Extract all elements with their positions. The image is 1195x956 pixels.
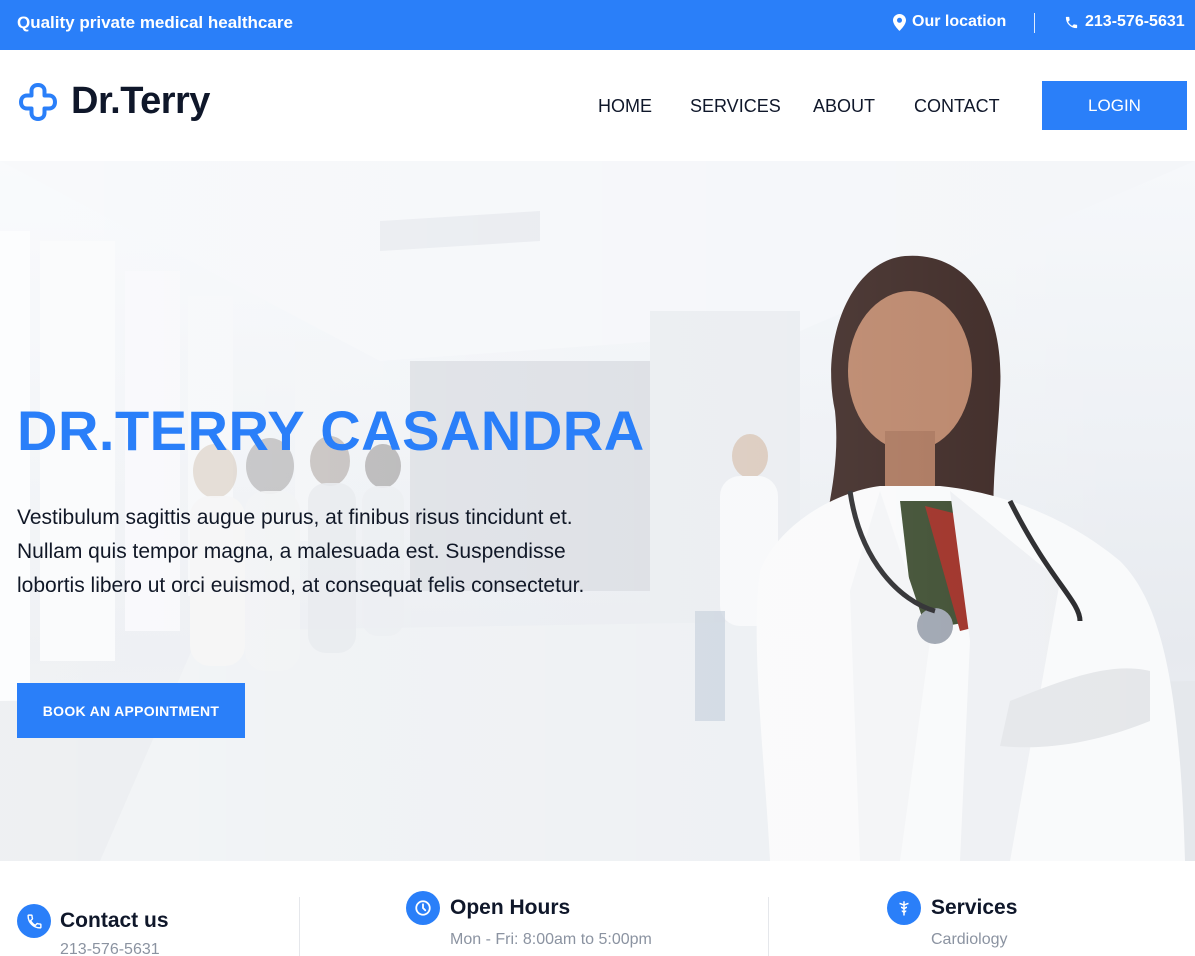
brand-name: Dr.Terry	[71, 80, 210, 122]
main-navbar: Dr.Terry HOME SERVICES ABOUT CONTACT LOG…	[0, 50, 1195, 161]
info-strip: Contact us 213-576-5631 Open Hours Mon -…	[0, 861, 1187, 956]
hero-section: DR.TERRY CASANDRA Vestibulum sagittis au…	[0, 161, 1195, 861]
info-divider	[299, 897, 300, 956]
phone-link[interactable]: 213-576-5631	[1064, 13, 1185, 31]
map-pin-icon	[893, 13, 906, 31]
hero-description: Vestibulum sagittis augue purus, at fini…	[17, 506, 585, 597]
hours-value: Mon - Fri: 8:00am to 5:00pm	[450, 931, 652, 948]
tagline: Quality private medical healthcare	[17, 13, 293, 32]
clock-icon	[406, 891, 440, 925]
topbar-divider	[1034, 13, 1035, 33]
top-info-bar: Quality private medical healthcare Our l…	[0, 0, 1195, 50]
nav-about[interactable]: ABOUT	[813, 96, 875, 117]
contact-value[interactable]: 213-576-5631	[60, 941, 160, 956]
location-link[interactable]: Our location	[893, 13, 1006, 31]
info-divider	[768, 897, 769, 956]
book-appointment-button[interactable]: BOOK AN APPOINTMENT	[17, 683, 245, 738]
caduceus-icon	[887, 891, 921, 925]
nav-home[interactable]: HOME	[598, 96, 652, 117]
hero-title: DR.TERRY CASANDRA	[17, 399, 645, 462]
login-button[interactable]: LOGIN	[1042, 81, 1187, 130]
medical-cross-logo-icon	[19, 82, 57, 121]
phone-icon	[1065, 16, 1078, 28]
nav-contact[interactable]: CONTACT	[914, 96, 1000, 117]
contact-phone-icon	[17, 904, 51, 938]
logo[interactable]: Dr.Terry	[17, 80, 210, 123]
phone-number: 213-576-5631	[1085, 13, 1185, 30]
services-value[interactable]: Cardiology	[931, 931, 1007, 949]
services-title: Services	[931, 896, 1018, 919]
nav-services[interactable]: SERVICES	[690, 96, 781, 117]
contact-title: Contact us	[60, 909, 169, 932]
location-label: Our location	[912, 13, 1007, 30]
hours-title: Open Hours	[450, 896, 571, 919]
